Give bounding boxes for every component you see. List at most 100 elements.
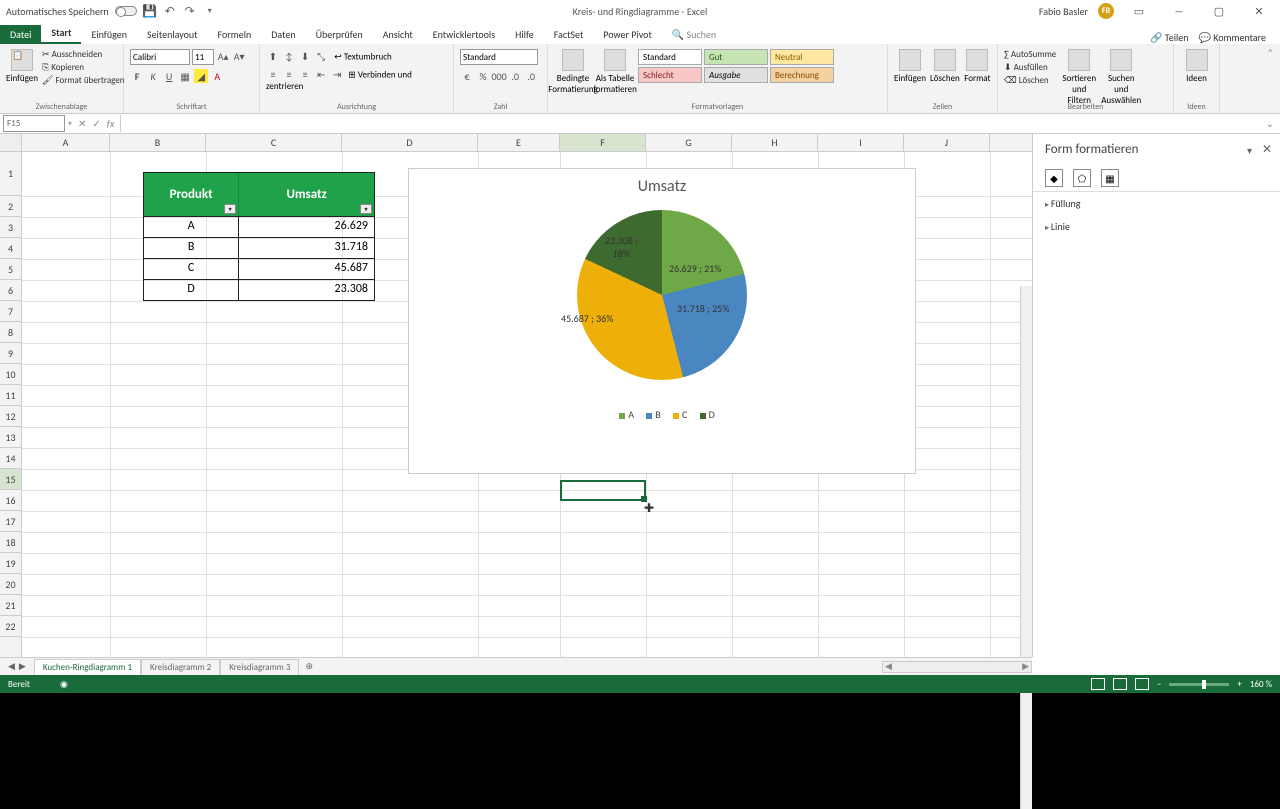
col-header-g[interactable]: G — [646, 134, 732, 151]
border-button[interactable]: ▦ — [178, 69, 192, 83]
row-header[interactable]: 1 — [0, 152, 21, 196]
format-painter-button[interactable]: 🖌 Format übertragen — [42, 75, 125, 86]
maximize-button[interactable]: ▢ — [1204, 2, 1234, 20]
row-header[interactable]: 2 — [0, 196, 21, 217]
row-header[interactable]: 6 — [0, 280, 21, 301]
style-neutral[interactable]: Neutral — [770, 49, 834, 65]
style-gut[interactable]: Gut — [704, 49, 768, 65]
col-header-h[interactable]: H — [732, 134, 818, 151]
row-header[interactable]: 5 — [0, 259, 21, 280]
increase-font-icon[interactable]: A▴ — [216, 49, 230, 63]
search-label[interactable]: Suchen — [687, 28, 717, 41]
style-berechnung[interactable]: Berechnung — [770, 67, 834, 83]
indent-decrease-icon[interactable]: ⇤ — [314, 67, 328, 81]
pagelayout-view-icon[interactable] — [1113, 678, 1127, 690]
sheet-tab[interactable]: Kreisdiagramm 3 — [220, 659, 299, 675]
filter-button-umsatz[interactable]: ▾ — [360, 204, 372, 214]
row-header[interactable]: 21 — [0, 595, 21, 616]
conditional-formatting-button[interactable]: Bedingte Formatierung — [554, 49, 592, 95]
row-header[interactable]: 17 — [0, 511, 21, 532]
pie-chart[interactable]: Umsatz 26.629 ; 21% 31.718 ; 25% 45.687 … — [408, 168, 916, 474]
insert-cells-button[interactable]: Einfügen — [894, 49, 926, 84]
tab-review[interactable]: Überprüfen — [306, 25, 373, 44]
row-header[interactable]: 19 — [0, 553, 21, 574]
row-header[interactable]: 11 — [0, 385, 21, 406]
italic-button[interactable]: K — [146, 69, 160, 83]
paste-button[interactable]: 📋 Einfügen — [6, 49, 38, 84]
pagebreak-view-icon[interactable] — [1135, 678, 1149, 690]
comments-button[interactable]: 💬 Kommentare — [1199, 31, 1266, 44]
save-icon[interactable]: 💾 — [143, 4, 157, 18]
row-header[interactable]: 7 — [0, 301, 21, 322]
font-color-button[interactable]: A — [210, 69, 224, 83]
fill-line-tab-icon[interactable]: ◆ — [1045, 169, 1063, 187]
format-as-table-button[interactable]: Als Tabelle formatieren — [596, 49, 634, 95]
qat-customize-icon[interactable]: ▾ — [203, 4, 217, 18]
user-avatar[interactable]: FB — [1098, 3, 1114, 19]
col-header-f[interactable]: F — [560, 134, 646, 151]
zoom-slider[interactable] — [1169, 683, 1229, 686]
col-header-d[interactable]: D — [342, 134, 478, 151]
font-size-select[interactable]: 11 — [192, 49, 214, 65]
pane-section-line[interactable]: Linie — [1033, 215, 1280, 238]
tab-factset[interactable]: FactSet — [544, 25, 594, 44]
tab-pagelayout[interactable]: Seitenlayout — [137, 25, 208, 44]
fx-icon[interactable]: fx — [107, 117, 114, 130]
row-header[interactable]: 4 — [0, 238, 21, 259]
row-header[interactable]: 20 — [0, 574, 21, 595]
row-header[interactable]: 3 — [0, 217, 21, 238]
sheet-nav-prev-icon[interactable]: ◀ — [8, 661, 15, 672]
row-header[interactable]: 13 — [0, 427, 21, 448]
bold-button[interactable]: F — [130, 69, 144, 83]
style-ausgabe[interactable]: Ausgabe — [704, 67, 768, 83]
thousands-icon[interactable]: 000 — [492, 69, 506, 83]
vertical-scrollbar[interactable] — [1020, 286, 1032, 809]
align-bottom-icon[interactable]: ⬇ — [298, 49, 312, 63]
sheet-tab[interactable]: Kreisdiagramm 2 — [141, 659, 220, 675]
row-header[interactable]: 12 — [0, 406, 21, 427]
tab-view[interactable]: Ansicht — [373, 25, 423, 44]
copy-button[interactable]: ⎘ Kopieren — [42, 62, 125, 73]
align-right-icon[interactable]: ≡ — [298, 67, 312, 81]
cut-button[interactable]: ✂ Ausschneiden — [42, 49, 125, 60]
col-header-a[interactable]: A — [22, 134, 110, 151]
font-select[interactable]: Calibri — [130, 49, 190, 65]
sheet-nav-next-icon[interactable]: ▶ — [19, 661, 26, 672]
tab-help[interactable]: Hilfe — [505, 25, 544, 44]
decrease-decimal-icon[interactable]: .0 — [524, 69, 538, 83]
sort-filter-button[interactable]: Sortieren und Filtern — [1060, 49, 1098, 106]
tab-insert[interactable]: Einfügen — [81, 25, 137, 44]
formula-input[interactable] — [120, 115, 1259, 132]
number-format-select[interactable]: Standard — [460, 49, 538, 65]
tab-file[interactable]: Datei — [0, 25, 41, 44]
increase-decimal-icon[interactable]: .0 — [508, 69, 522, 83]
minimize-button[interactable]: ― — [1164, 2, 1194, 20]
row-header[interactable]: 22 — [0, 616, 21, 637]
autosave-toggle[interactable] — [115, 6, 137, 16]
ribbon-options-icon[interactable]: ▭ — [1124, 2, 1154, 20]
accept-formula-icon[interactable]: ✓ — [92, 117, 100, 130]
autosum-button[interactable]: ∑ AutoSumme — [1004, 49, 1056, 60]
align-top-icon[interactable]: ⬆ — [266, 49, 280, 63]
tab-powerpivot[interactable]: Power Pivot — [593, 25, 662, 44]
pane-menu-icon[interactable]: ▾ — [1247, 144, 1252, 157]
style-standard[interactable]: Standard — [638, 49, 702, 65]
undo-icon[interactable]: ↶ — [163, 4, 177, 18]
redo-icon[interactable]: ↷ — [183, 4, 197, 18]
row-header[interactable]: 8 — [0, 322, 21, 343]
macro-record-icon[interactable]: ◉ — [60, 679, 68, 690]
horizontal-scrollbar[interactable]: ◀ ▶ — [882, 661, 1032, 673]
zoom-level[interactable]: 160 % — [1250, 679, 1272, 690]
col-header-i[interactable]: I — [818, 134, 904, 151]
sheet-tab-active[interactable]: Kuchen-Ringdiagramm 1 — [34, 659, 141, 675]
pane-section-fill[interactable]: Füllung — [1033, 192, 1280, 215]
fill-button[interactable]: ⬇ Ausfüllen — [1004, 62, 1056, 73]
cancel-formula-icon[interactable]: ✕ — [78, 117, 86, 130]
row-header[interactable]: 15 — [0, 469, 21, 490]
name-box[interactable]: F15 — [3, 115, 65, 132]
select-all-corner[interactable] — [0, 134, 22, 151]
row-header[interactable]: 10 — [0, 364, 21, 385]
col-header-j[interactable]: J — [904, 134, 990, 151]
row-header[interactable]: 14 — [0, 448, 21, 469]
zoom-in-button[interactable]: + — [1237, 679, 1241, 690]
